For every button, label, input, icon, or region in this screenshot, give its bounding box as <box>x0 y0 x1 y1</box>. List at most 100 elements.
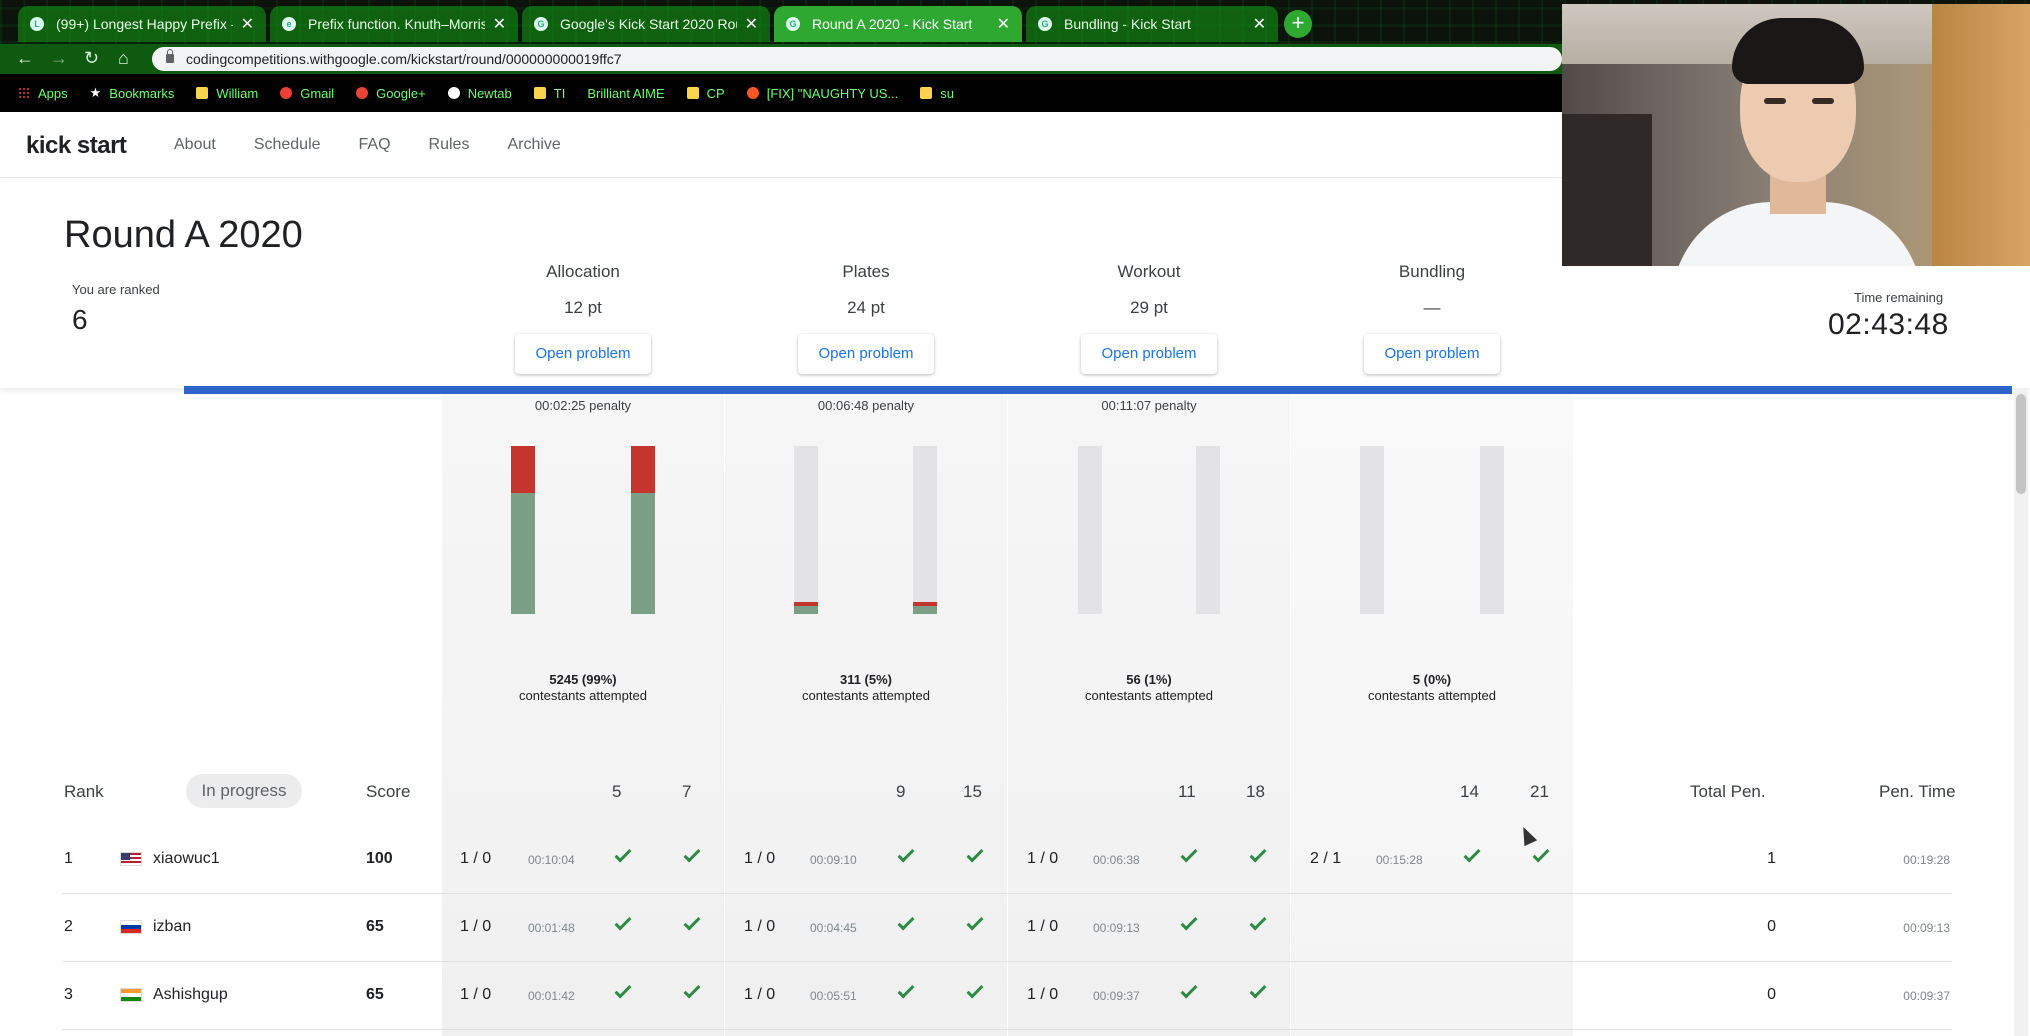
check-icon <box>1180 913 1198 931</box>
tab-title: Bundling - Kick Start <box>1064 16 1191 32</box>
bar-wrong <box>511 446 535 494</box>
attempts: 1 / 0 <box>744 986 776 1003</box>
row-score: 100 <box>366 850 393 867</box>
forward-arrow-icon[interactable]: → <box>50 48 68 69</box>
check-icon <box>1180 845 1198 863</box>
check-icon <box>683 913 701 931</box>
reddit-icon <box>746 87 759 99</box>
close-tab-icon[interactable]: ✕ <box>997 14 1010 34</box>
bar-fill <box>913 602 937 614</box>
close-tab-icon[interactable]: ✕ <box>745 14 758 34</box>
kick-start-logo[interactable]: kick start <box>26 132 127 160</box>
bar-fill <box>511 446 535 614</box>
tab-kick-start-blog[interactable]: G Google's Kick Start 2020 Round A ✕ <box>522 6 770 42</box>
tab-bundling[interactable]: G Bundling - Kick Start ✕ <box>1026 6 1278 42</box>
webcam-cabinet <box>1932 4 2030 266</box>
test-bar <box>1480 446 1504 614</box>
test-set-points: 21 <box>1530 782 1549 801</box>
test-bar <box>511 446 535 614</box>
contestant-name[interactable]: Ashishgup <box>153 986 228 1004</box>
row-score: 65 <box>366 986 384 1003</box>
solve-time: 00:04:45 <box>810 921 857 935</box>
solve-time: 00:10:04 <box>528 853 575 867</box>
check-icon <box>897 845 915 863</box>
bookmark-fix[interactable]: [FIX] "NAUGHTY US... <box>746 85 899 101</box>
open-problem-button[interactable]: Open problem <box>515 334 651 374</box>
open-problem-button[interactable]: Open problem <box>798 334 934 374</box>
test-bar <box>1360 446 1384 614</box>
attempts: 1 / 0 <box>460 918 492 935</box>
bar-fill <box>631 446 655 614</box>
check-icon <box>897 981 915 999</box>
contestant-name[interactable]: xiaowuc1 <box>153 850 220 868</box>
bar-wrong <box>794 602 818 606</box>
check-icon <box>897 913 915 931</box>
attempted-label: contestants attempted <box>802 688 930 703</box>
bookmark-su[interactable]: su <box>920 86 954 101</box>
test-set-points: 9 <box>896 782 906 801</box>
reload-icon[interactable]: ↻ <box>84 48 99 69</box>
bookmark-label: [FIX] "NAUGHTY US... <box>766 85 899 101</box>
in-progress-chip[interactable]: In progress <box>186 774 302 808</box>
solve-time: 00:09:10 <box>810 853 857 867</box>
back-arrow-icon[interactable]: ← <box>16 48 34 69</box>
bookmark-newtab[interactable]: Newtab <box>447 86 512 101</box>
penalty-text: 00:02:25 penalty <box>534 398 632 413</box>
bookmark-brilliant-aime[interactable]: Brilliant AIME <box>587 86 664 101</box>
bookmark-google-plus[interactable]: Google+ <box>356 86 426 101</box>
problem-workout: Workout 29 pt Open problem <box>1074 262 1224 374</box>
attempts: 1 / 0 <box>744 850 776 867</box>
table-row[interactable]: 3 Ashishgup 65 1 / 0 00:01:42 1 / 0 00:0… <box>62 962 1952 1030</box>
tab-round-a-2020[interactable]: G Round A 2020 - Kick Start ✕ <box>774 6 1022 42</box>
close-tab-icon[interactable]: ✕ <box>241 14 254 34</box>
problem-name: Allocation <box>546 262 620 281</box>
check-icon <box>614 913 632 931</box>
attempts: 1 / 0 <box>460 850 492 867</box>
bookmark-william[interactable]: William <box>196 86 258 101</box>
new-tab-plus-icon[interactable]: + <box>1284 10 1312 38</box>
lock-icon <box>166 49 174 63</box>
bar-fill <box>794 602 818 614</box>
home-icon[interactable]: ⌂ <box>118 48 129 69</box>
bookmark-cp[interactable]: CP <box>686 86 725 101</box>
bookmark-apps[interactable]: Apps <box>18 86 68 101</box>
star-icon: ★ <box>89 85 102 100</box>
attempts: 1 / 0 <box>744 918 776 935</box>
problem-plates: Plates 24 pt Open problem <box>791 262 941 374</box>
nav-faq[interactable]: FAQ <box>359 136 391 154</box>
nav-archive[interactable]: Archive <box>507 136 560 154</box>
problem-name: Bundling <box>1398 262 1466 281</box>
tab-prefix-function[interactable]: e Prefix function. Knuth–Morris–Pr ✕ <box>270 6 518 42</box>
folder-icon <box>196 87 209 99</box>
test-set-points: 7 <box>682 782 692 801</box>
table-row[interactable]: 1 xiaowuc1 100 1 / 0 00:10:04 1 / 0 00:0… <box>62 826 1952 894</box>
scrollbar-thumb[interactable] <box>2016 394 2026 494</box>
flag-us-icon <box>120 852 142 866</box>
nav-about[interactable]: About <box>174 136 216 154</box>
nav-schedule[interactable]: Schedule <box>254 136 321 154</box>
close-tab-icon[interactable]: ✕ <box>493 14 506 34</box>
check-icon <box>614 845 632 863</box>
webcam-overlay <box>1562 4 2030 266</box>
tab-title: Round A 2020 - Kick Start <box>812 16 973 32</box>
check-icon <box>966 913 984 931</box>
open-problem-button[interactable]: Open problem <box>1364 334 1500 374</box>
bookmark-gmail[interactable]: Gmail <box>280 86 334 101</box>
attempted-label: contestants attempted <box>1368 688 1496 703</box>
close-tab-icon[interactable]: ✕ <box>1253 14 1266 34</box>
penalty-time: 00:19:28 <box>1903 853 1950 867</box>
bookmark-ti[interactable]: TI <box>533 86 565 101</box>
tab-longest-happy-prefix[interactable]: L (99+) Longest Happy Prefix - Lee ✕ <box>18 6 266 42</box>
tab-title: Prefix function. Knuth–Morris–Pr <box>308 16 485 32</box>
bookmark-bookmarks[interactable]: ★ Bookmarks <box>90 85 175 101</box>
test-bar <box>794 446 818 614</box>
nav-rules[interactable]: Rules <box>429 136 470 154</box>
solve-time: 00:05:51 <box>810 989 857 1003</box>
solve-time: 00:06:38 <box>1093 853 1140 867</box>
open-problem-button[interactable]: Open problem <box>1081 334 1217 374</box>
table-row[interactable]: 2 izban 65 1 / 0 00:01:48 1 / 0 00:04:45… <box>62 894 1952 962</box>
problem-points: — <box>1423 298 1441 317</box>
url-field[interactable]: codingcompetitions.withgoogle.com/kickst… <box>152 47 1562 71</box>
total-penalty: 0 <box>1767 986 1776 1003</box>
contestant-name[interactable]: izban <box>153 918 191 936</box>
